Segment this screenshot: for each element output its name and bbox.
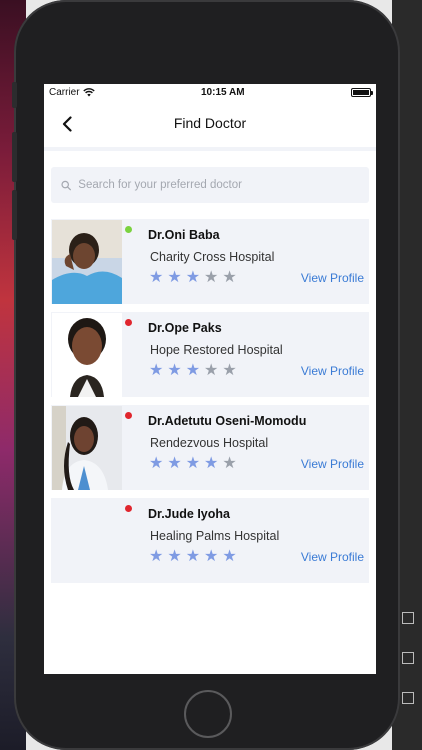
star-icon: ★ bbox=[167, 455, 182, 472]
search-input[interactable] bbox=[76, 178, 359, 192]
view-profile-link[interactable]: View Profile bbox=[301, 550, 364, 564]
battery-icon bbox=[350, 88, 373, 97]
star-empty-icon: ★ bbox=[222, 269, 237, 286]
status-dot-online bbox=[125, 226, 132, 233]
hospital-name: Hope Restored Hospital bbox=[150, 343, 283, 357]
star-icon: ★ bbox=[204, 548, 219, 565]
hospital-name: Healing Palms Hospital bbox=[150, 529, 280, 543]
doctor-photo bbox=[52, 406, 122, 490]
checkbox-icon bbox=[402, 692, 414, 704]
mute-switch bbox=[12, 82, 17, 108]
status-dot-offline bbox=[125, 505, 132, 512]
doctor-card[interactable]: Dr.Jude Iyoha Healing Palms Hospital ★ ★… bbox=[51, 498, 369, 583]
star-icon: ★ bbox=[222, 548, 237, 565]
carrier-label: Carrier bbox=[49, 87, 80, 98]
star-icon: ★ bbox=[167, 548, 182, 565]
doctor-card[interactable]: Dr.Oni Baba Charity Cross Hospital ★ ★ ★… bbox=[51, 219, 369, 304]
rating-stars: ★ ★ ★ ★ ★ bbox=[149, 363, 237, 379]
volume-down-button bbox=[12, 190, 17, 240]
search-bar[interactable] bbox=[51, 167, 369, 203]
doctor-photo-placeholder bbox=[52, 499, 122, 583]
doctor-name: Dr.Adetutu Oseni-Momodu bbox=[148, 414, 307, 428]
doctor-photo bbox=[52, 313, 122, 397]
app-screen: Carrier 10:15 AM Find Doctor Search for … bbox=[44, 84, 376, 674]
doctor-name: Dr.Jude Iyoha bbox=[148, 507, 230, 521]
view-profile-link[interactable]: View Profile bbox=[301, 457, 364, 471]
star-icon: ★ bbox=[185, 269, 201, 286]
rating-stars: ★ ★ ★ ★ ★ bbox=[149, 270, 237, 286]
hospital-name: Rendezvous Hospital bbox=[150, 436, 269, 450]
status-dot-offline bbox=[125, 319, 132, 326]
doctor-card[interactable]: Dr.Adetutu Oseni-Momodu Rendezvous Hospi… bbox=[51, 405, 369, 490]
doctor-card[interactable]: Dr.Ope Paks Hope Restored Hospital ★ ★ ★… bbox=[51, 312, 369, 397]
star-icon: ★ bbox=[149, 548, 164, 565]
rating-stars: ★ ★ ★ ★ ★ bbox=[149, 456, 237, 472]
doctor-photo bbox=[52, 220, 122, 304]
home-button[interactable] bbox=[184, 690, 232, 738]
navigation-bar: Find Doctor bbox=[44, 101, 376, 151]
page-title: Find Doctor bbox=[173, 115, 247, 131]
view-profile-link[interactable]: View Profile bbox=[301, 364, 364, 378]
star-icon: ★ bbox=[204, 455, 219, 472]
star-icon: ★ bbox=[185, 362, 201, 379]
star-empty-icon: ★ bbox=[222, 362, 237, 379]
volume-up-button bbox=[12, 132, 17, 182]
star-icon: ★ bbox=[149, 362, 164, 379]
checkbox-icon bbox=[402, 612, 414, 624]
checkbox-icon bbox=[402, 652, 414, 664]
star-empty-icon: ★ bbox=[222, 455, 237, 472]
status-dot-offline bbox=[125, 412, 132, 419]
star-icon: ★ bbox=[185, 455, 201, 472]
star-empty-icon: ★ bbox=[204, 362, 219, 379]
star-icon: ★ bbox=[167, 269, 182, 286]
rating-stars: ★ ★ ★ ★ ★ bbox=[149, 549, 237, 565]
view-profile-link[interactable]: View Profile bbox=[301, 271, 364, 285]
star-icon: ★ bbox=[149, 269, 164, 286]
doctor-name: Dr.Oni Baba bbox=[148, 228, 220, 242]
star-icon: ★ bbox=[149, 455, 164, 472]
star-icon: ★ bbox=[185, 548, 201, 565]
hospital-name: Charity Cross Hospital bbox=[150, 250, 275, 264]
search-icon bbox=[61, 180, 71, 190]
wifi-icon bbox=[82, 88, 95, 97]
clock: 10:15 AM bbox=[201, 87, 245, 98]
star-icon: ★ bbox=[167, 362, 182, 379]
doctor-name: Dr.Ope Paks bbox=[148, 321, 222, 335]
status-bar: Carrier 10:15 AM bbox=[44, 84, 376, 101]
star-empty-icon: ★ bbox=[204, 269, 219, 286]
doctor-list: Dr.Oni Baba Charity Cross Hospital ★ ★ ★… bbox=[44, 219, 376, 583]
